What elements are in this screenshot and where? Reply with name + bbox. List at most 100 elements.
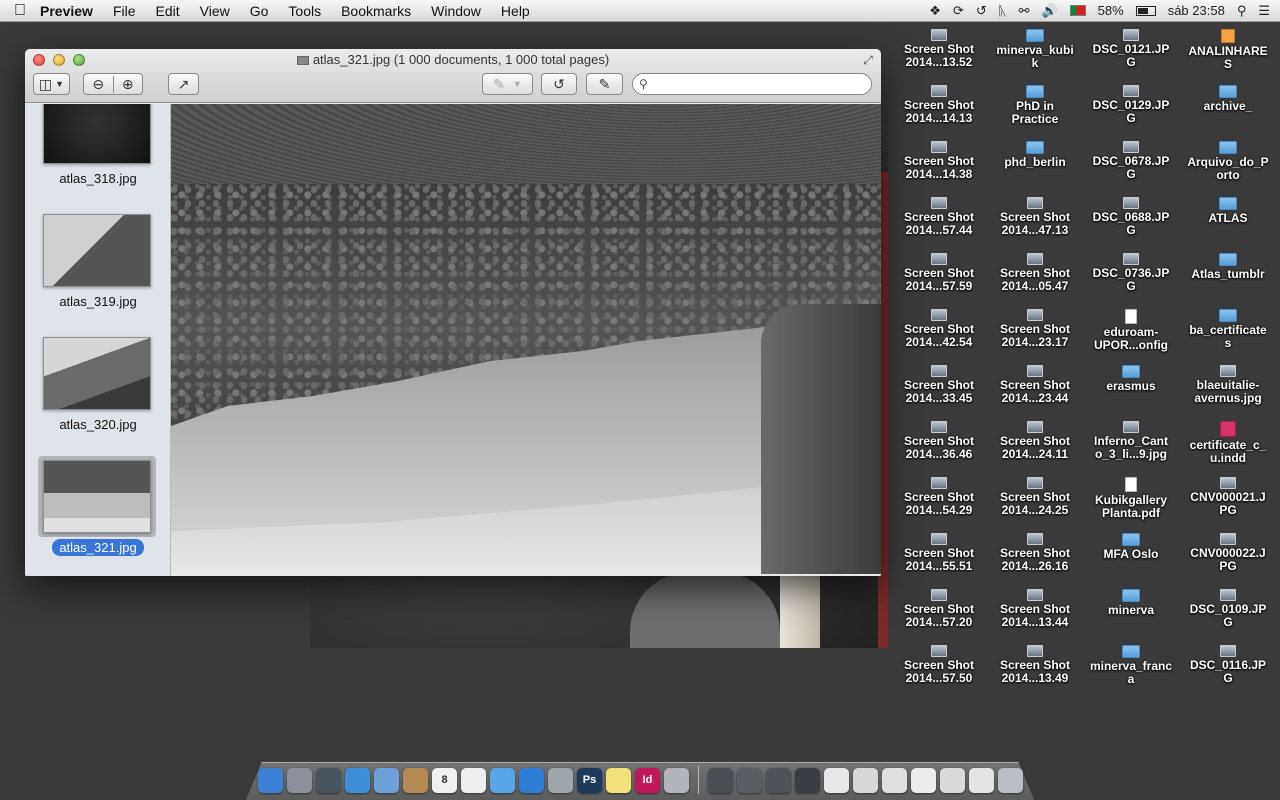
desktop-icon[interactable]: Inferno_Cant o_3_li...9.jpg — [1088, 421, 1174, 461]
desktop-icon[interactable]: Screen Shot 2014...42.54 — [896, 309, 982, 349]
thumbnail-atlas-321[interactable] — [43, 460, 151, 533]
document-stack-icon[interactable] — [882, 767, 907, 793]
photoshop-icon[interactable]: Ps — [577, 767, 602, 793]
desktop-icon[interactable]: eduroam- UPOR...onfig — [1088, 309, 1174, 352]
thumbnail-atlas-320[interactable] — [43, 337, 151, 410]
desktop-icon[interactable]: ba_certificate s — [1185, 309, 1271, 350]
desktop-icon[interactable]: Screen Shot 2014...13.49 — [992, 645, 1078, 685]
notes-icon[interactable] — [461, 767, 486, 793]
spotlight-icon[interactable]: ⚲ — [1237, 0, 1247, 22]
volume-icon[interactable]: 🔊 — [1041, 0, 1057, 22]
thumbnail-label-selected[interactable]: atlas_321.jpg — [25, 539, 170, 556]
screenshot-stack-icon[interactable] — [766, 767, 791, 793]
desktop-icon[interactable]: CNV000022.J PG — [1185, 533, 1271, 573]
desktop-icon[interactable]: DSC_0121.JP G — [1088, 29, 1174, 69]
desktop-icon[interactable]: DSC_0736.JP G — [1088, 253, 1174, 293]
desktop-icon[interactable]: Screen Shot 2014...23.17 — [992, 309, 1078, 349]
battery-icon[interactable] — [1135, 5, 1156, 16]
contacts-icon[interactable] — [403, 767, 428, 793]
desktop-icon[interactable]: DSC_0116.JP G — [1185, 645, 1271, 685]
calendar-icon[interactable]: 8 — [432, 767, 457, 793]
clock[interactable]: sáb 23:58 — [1168, 0, 1225, 22]
document-stack-icon[interactable] — [824, 767, 849, 793]
thumbnail-atlas-318[interactable] — [43, 104, 151, 164]
desktop-icon[interactable]: certificate_c_ u.indd — [1185, 421, 1271, 465]
messages-icon[interactable] — [490, 767, 515, 793]
bluetooth-icon[interactable]: ᚣ — [999, 0, 1007, 22]
thumbnail-atlas-319[interactable] — [43, 214, 151, 287]
desktop-icon[interactable]: MFA Oslo — [1088, 533, 1174, 561]
document-proxy-icon[interactable] — [296, 56, 309, 65]
desktop-icon[interactable]: Screen Shot 2014...14.38 — [896, 141, 982, 181]
desktop-icon[interactable]: archive_ — [1185, 85, 1271, 113]
desktop-icon[interactable]: phd_berlin — [992, 141, 1078, 169]
desktop-icon[interactable]: Screen Shot 2014...24.11 — [992, 421, 1078, 461]
desktop-icon[interactable]: Screen Shot 2014...05.47 — [992, 253, 1078, 293]
desktop-icon[interactable]: minerva_franc a — [1088, 645, 1174, 686]
desktop-icon[interactable]: Screen Shot 2014...14.13 — [896, 85, 982, 125]
zoom-out-icon[interactable]: ⊖ — [84, 76, 113, 93]
itunes-icon[interactable] — [519, 767, 544, 793]
applications-stack-icon[interactable] — [795, 767, 820, 793]
sync-icon[interactable]: ⟳ — [953, 0, 964, 22]
image-viewer[interactable] — [171, 104, 881, 576]
view-menu-button[interactable]: ◫ ▼ — [33, 73, 70, 95]
apple-menu-icon[interactable]:  — [0, 2, 40, 20]
desktop-icon[interactable]: Arquivo_do_P orto — [1185, 141, 1271, 182]
menu-bookmarks[interactable]: Bookmarks — [341, 3, 411, 19]
desktop-icon[interactable]: Screen Shot 2014...47.13 — [992, 197, 1078, 237]
desktop-icon[interactable]: DSC_0109.JP G — [1185, 589, 1271, 629]
menu-file[interactable]: File — [113, 3, 136, 19]
desktop-icon[interactable]: Screen Shot 2014...13.52 — [896, 29, 982, 69]
desktop-icon[interactable]: Screen Shot 2014...26.16 — [992, 533, 1078, 573]
trash-icon[interactable] — [998, 767, 1023, 793]
thumbnail-label[interactable]: atlas_318.jpg — [25, 171, 170, 186]
input-source-flag-icon[interactable] — [1069, 5, 1086, 16]
mission-control-icon[interactable] — [316, 767, 341, 793]
battery-percent[interactable]: 58% — [1098, 0, 1124, 22]
thumbnail-sidebar[interactable]: atlas_318.jpg atlas_319.jpg atlas_320.jp… — [25, 104, 171, 576]
thumbnail-label[interactable]: atlas_320.jpg — [25, 417, 170, 432]
desktop-icon[interactable]: PhD in Practice — [992, 85, 1078, 126]
document-stack-icon[interactable] — [940, 767, 965, 793]
desktop-icon[interactable]: Screen Shot 2014...57.20 — [896, 589, 982, 629]
search-field[interactable]: ⚲ — [632, 73, 872, 95]
desktop-icon[interactable]: Screen Shot 2014...24.25 — [992, 477, 1078, 517]
desktop-icon[interactable]: Screen Shot 2014...57.44 — [896, 197, 982, 237]
share-button[interactable]: ↗ — [168, 73, 199, 95]
zoom-in-icon[interactable]: ⊕ — [112, 75, 143, 93]
desktop-icon[interactable]: Screen Shot 2014...54.29 — [896, 477, 982, 517]
desktop-icon[interactable]: Atlas_tumblr — [1185, 253, 1271, 281]
dropbox-icon[interactable]: ❖ — [929, 0, 941, 22]
desktop-icon[interactable]: CNV000021.J PG — [1185, 477, 1271, 517]
annotate-button[interactable]: ✎ ▼ — [482, 73, 533, 95]
menu-help[interactable]: Help — [501, 3, 530, 19]
desktop-icon[interactable]: Screen Shot 2014...33.45 — [896, 365, 982, 405]
desktop-icon[interactable]: Screen Shot 2014...23.44 — [992, 365, 1078, 405]
safari-icon[interactable] — [345, 767, 370, 793]
desktop-icon[interactable]: DSC_0129.JP G — [1088, 85, 1174, 125]
screenshot-stack-icon[interactable] — [708, 767, 733, 793]
finder-icon[interactable] — [258, 767, 283, 793]
desktop-icon[interactable]: minerva — [1088, 589, 1174, 617]
menu-go[interactable]: Go — [250, 3, 269, 19]
desktop-icon[interactable]: Screen Shot 2014...57.59 — [896, 253, 982, 293]
screenshot-stack-icon[interactable] — [737, 767, 762, 793]
document-stack-icon[interactable] — [911, 767, 936, 793]
preview-icon[interactable] — [548, 767, 573, 793]
desktop-icon[interactable]: ANALINHARE S — [1185, 29, 1271, 71]
mail-icon[interactable] — [374, 767, 399, 793]
desktop-icon[interactable]: Screen Shot 2014...36.46 — [896, 421, 982, 461]
desktop-icon[interactable]: Screen Shot 2014...55.51 — [896, 533, 982, 573]
stickies-icon[interactable] — [606, 767, 631, 793]
document-stack-icon[interactable] — [969, 767, 994, 793]
menu-view[interactable]: View — [200, 3, 230, 19]
desktop-icon[interactable]: Screen Shot 2014...57.50 — [896, 645, 982, 685]
menu-window[interactable]: Window — [431, 3, 481, 19]
rotate-button[interactable]: ↺ — [541, 73, 577, 95]
wifi-icon[interactable]: ⚯ — [1019, 0, 1030, 22]
indesign-icon[interactable]: Id — [635, 767, 660, 793]
desktop-icon[interactable]: Kubikgallery Planta.pdf — [1088, 477, 1174, 520]
launchpad-icon[interactable] — [287, 767, 312, 793]
thumbnail-label[interactable]: atlas_319.jpg — [25, 294, 170, 309]
